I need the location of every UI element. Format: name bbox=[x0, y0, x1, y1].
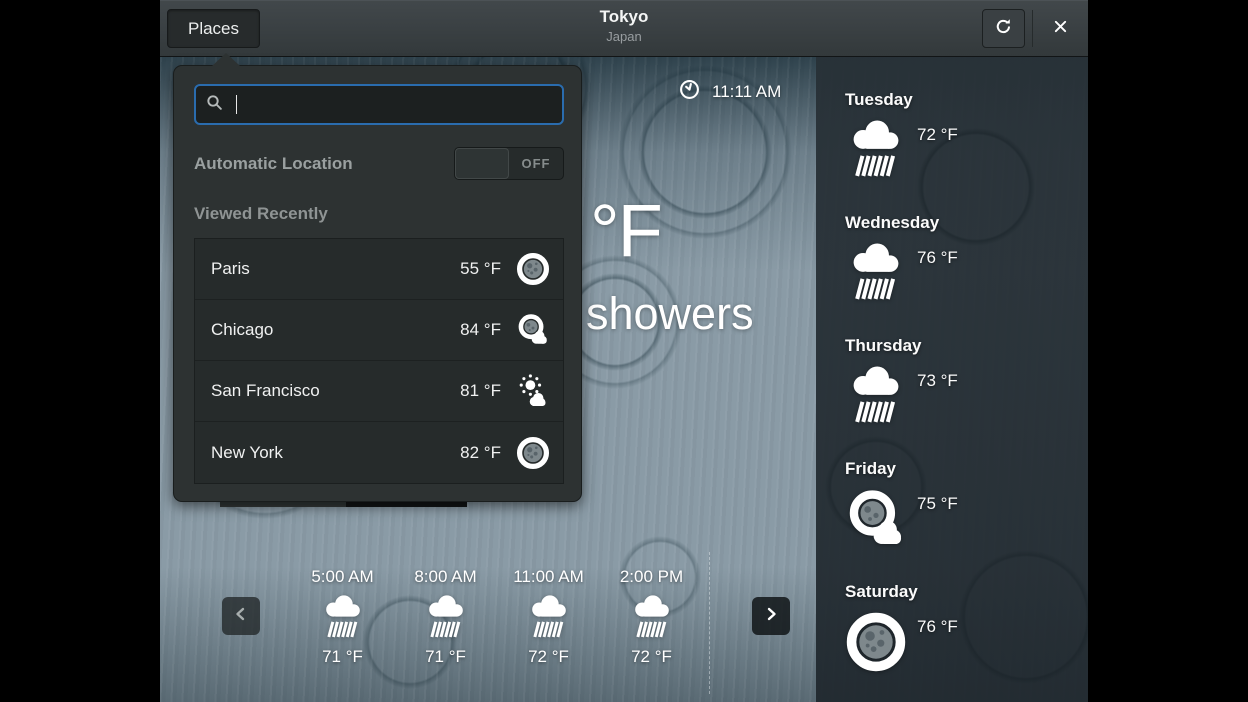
city-list-item[interactable]: Paris 55 °F bbox=[195, 239, 563, 300]
hour-label: 2:00 PM bbox=[600, 566, 703, 588]
hour-label: 8:00 AM bbox=[394, 566, 497, 588]
popover-arrow bbox=[212, 53, 240, 66]
day-label: Thursday bbox=[845, 336, 1088, 356]
places-button[interactable]: Places bbox=[167, 9, 260, 48]
weather-icon bbox=[629, 591, 675, 644]
current-condition: showers bbox=[586, 288, 754, 340]
hourly-forecast-item: 8:00 AM 71 °F bbox=[394, 566, 497, 668]
current-temperature-unit: °F bbox=[590, 188, 661, 273]
window-title-block: Tokyo Japan bbox=[160, 7, 1088, 45]
current-time-label: 11:11 AM bbox=[712, 82, 781, 102]
city-temperature: 55 °F bbox=[460, 259, 501, 279]
day-label: Friday bbox=[845, 459, 1088, 479]
daily-forecast-item: Wednesday 76 °F bbox=[845, 213, 1088, 336]
viewed-recently-list: Paris 55 °F Chicago 84 °F bbox=[194, 238, 564, 484]
weather-app-window: Places Tokyo Japan bbox=[160, 0, 1088, 702]
daily-forecast-item: Saturday 76 °F bbox=[845, 582, 1088, 702]
switch-state-label: OFF bbox=[509, 148, 563, 179]
text-caret bbox=[236, 95, 237, 114]
hour-label: 11:00 AM bbox=[497, 566, 600, 588]
weather-icon bbox=[526, 591, 572, 644]
hour-temperature: 72 °F bbox=[600, 646, 703, 668]
header-separator bbox=[1032, 10, 1033, 47]
hour-label: 5:00 AM bbox=[291, 566, 394, 588]
weather-icon bbox=[320, 591, 366, 644]
day-label: Tuesday bbox=[845, 90, 1088, 110]
weather-icon bbox=[845, 240, 907, 306]
search-icon bbox=[206, 94, 223, 116]
day-label: Wednesday bbox=[845, 213, 1088, 233]
daily-forecast-sidebar: Tuesday 72 °F Wednesday bbox=[816, 57, 1088, 702]
hourly-sidebar-divider bbox=[709, 552, 710, 694]
window-title: Tokyo bbox=[160, 7, 1088, 27]
city-temperature: 81 °F bbox=[460, 381, 501, 401]
search-entry[interactable] bbox=[194, 84, 564, 125]
weather-icon bbox=[515, 251, 551, 287]
hour-temperature: 72 °F bbox=[497, 646, 600, 668]
city-list-item[interactable]: San Francisco 81 °F bbox=[195, 361, 563, 422]
weather-icon bbox=[845, 363, 907, 429]
day-label: Saturday bbox=[845, 582, 1088, 602]
clock-icon bbox=[679, 79, 700, 105]
refresh-button[interactable] bbox=[982, 9, 1025, 48]
city-name: New York bbox=[211, 443, 460, 463]
weather-icon bbox=[845, 117, 907, 183]
weather-icon bbox=[515, 435, 551, 471]
city-list-item[interactable]: Chicago 84 °F bbox=[195, 300, 563, 361]
day-temperature: 76 °F bbox=[917, 248, 958, 268]
places-popover: Automatic Location OFF Viewed Recently P… bbox=[173, 65, 582, 502]
daily-forecast-item: Friday 75 °F bbox=[845, 459, 1088, 582]
weather-icon bbox=[845, 609, 907, 675]
chevron-left-icon bbox=[232, 605, 250, 628]
hour-temperature: 71 °F bbox=[394, 646, 497, 668]
hour-temperature: 71 °F bbox=[291, 646, 394, 668]
hourly-prev-button[interactable] bbox=[222, 597, 260, 635]
hourly-forecast-item: 11:00 AM 72 °F bbox=[497, 566, 600, 668]
weather-icon bbox=[515, 373, 551, 409]
search-input[interactable] bbox=[233, 95, 552, 115]
window-subtitle: Japan bbox=[160, 28, 1088, 45]
day-temperature: 75 °F bbox=[917, 494, 958, 514]
chevron-right-icon bbox=[762, 605, 780, 628]
close-button[interactable] bbox=[1040, 9, 1081, 48]
day-temperature: 76 °F bbox=[917, 617, 958, 637]
city-temperature: 84 °F bbox=[460, 320, 501, 340]
day-temperature: 72 °F bbox=[917, 125, 958, 145]
hourly-forecast-item: 2:00 PM 72 °F bbox=[600, 566, 703, 668]
weather-icon bbox=[845, 486, 907, 552]
hourly-forecast: 5:00 AM 71 °F 8:00 AM bbox=[291, 566, 703, 668]
current-time: 11:11 AM bbox=[679, 79, 781, 105]
city-name: Chicago bbox=[211, 320, 460, 340]
viewed-recently-heading: Viewed Recently bbox=[194, 204, 328, 224]
headerbar: Places Tokyo Japan bbox=[160, 0, 1088, 57]
city-name: Paris bbox=[211, 259, 460, 279]
day-temperature: 73 °F bbox=[917, 371, 958, 391]
close-icon bbox=[1053, 19, 1068, 39]
automatic-location-switch[interactable]: OFF bbox=[454, 147, 564, 180]
hourly-next-button[interactable] bbox=[752, 597, 790, 635]
city-temperature: 82 °F bbox=[460, 443, 501, 463]
weather-icon bbox=[515, 312, 551, 348]
city-name: San Francisco bbox=[211, 381, 460, 401]
daily-forecast-item: Thursday 73 °F bbox=[845, 336, 1088, 459]
hourly-forecast-item: 5:00 AM 71 °F bbox=[291, 566, 394, 668]
screen: Places Tokyo Japan bbox=[0, 0, 1248, 702]
switch-knob bbox=[455, 148, 509, 179]
city-list-item[interactable]: New York 82 °F bbox=[195, 422, 563, 483]
refresh-icon bbox=[995, 18, 1012, 40]
weather-icon bbox=[423, 591, 469, 644]
daily-forecast-item: Tuesday 72 °F bbox=[845, 90, 1088, 213]
automatic-location-label: Automatic Location bbox=[194, 154, 353, 174]
